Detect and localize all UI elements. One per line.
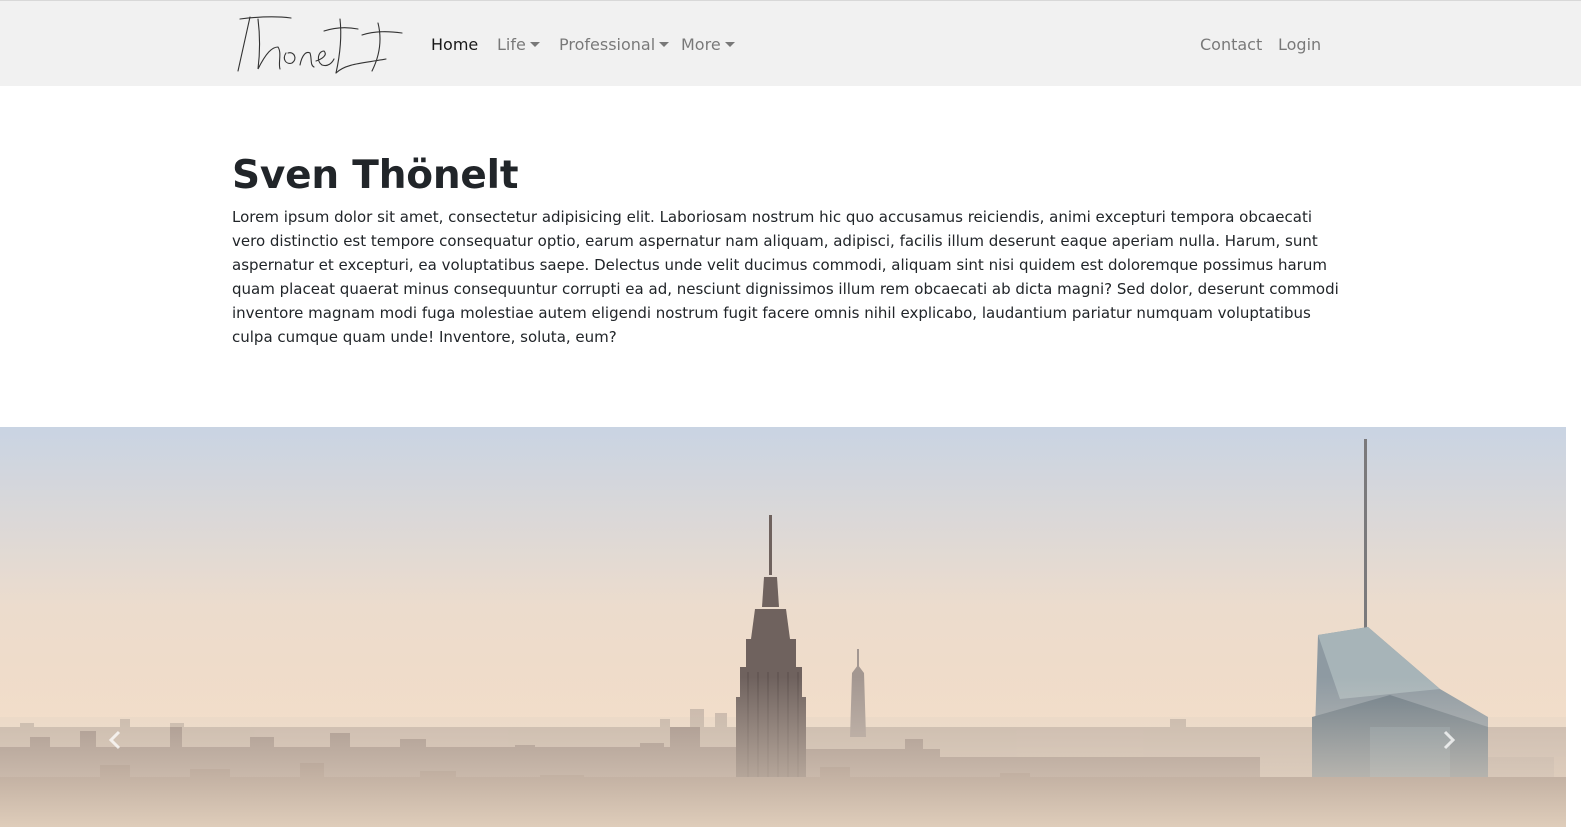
signature-logo-icon bbox=[237, 16, 403, 74]
navbar: Home Life Professional More Contact Logi… bbox=[0, 0, 1581, 86]
intro-paragraph: Lorem ipsum dolor sit amet, consectetur … bbox=[232, 208, 1339, 346]
nav-contact-label: Contact bbox=[1200, 35, 1263, 54]
chevron-left-icon bbox=[108, 730, 121, 750]
nav-contact[interactable]: Contact bbox=[1200, 34, 1262, 56]
carousel-next-button[interactable] bbox=[1434, 718, 1464, 762]
nav-professional-label: Professional bbox=[559, 35, 656, 54]
page-title: Sven Thönelt bbox=[232, 153, 519, 198]
nav-home-label: Home bbox=[431, 35, 479, 54]
chevron-right-icon bbox=[1443, 730, 1456, 750]
nav-login[interactable]: Login bbox=[1278, 34, 1321, 56]
caret-down-icon bbox=[724, 42, 735, 47]
nav-more-label: More bbox=[681, 35, 721, 54]
nav-life-label: Life bbox=[497, 35, 526, 54]
nav-professional-dropdown[interactable]: Professional bbox=[559, 34, 670, 56]
image-carousel bbox=[0, 427, 1566, 827]
city-skyline-photo bbox=[0, 427, 1566, 827]
brand-logo[interactable] bbox=[236, 13, 404, 75]
nav-life-dropdown[interactable]: Life bbox=[497, 34, 540, 56]
nav-more-dropdown[interactable]: More bbox=[681, 34, 735, 56]
caret-down-icon bbox=[659, 42, 670, 47]
nav-home[interactable]: Home bbox=[431, 34, 478, 56]
nav-login-label: Login bbox=[1278, 35, 1322, 54]
carousel-prev-button[interactable] bbox=[100, 718, 130, 762]
caret-down-icon bbox=[529, 42, 540, 47]
